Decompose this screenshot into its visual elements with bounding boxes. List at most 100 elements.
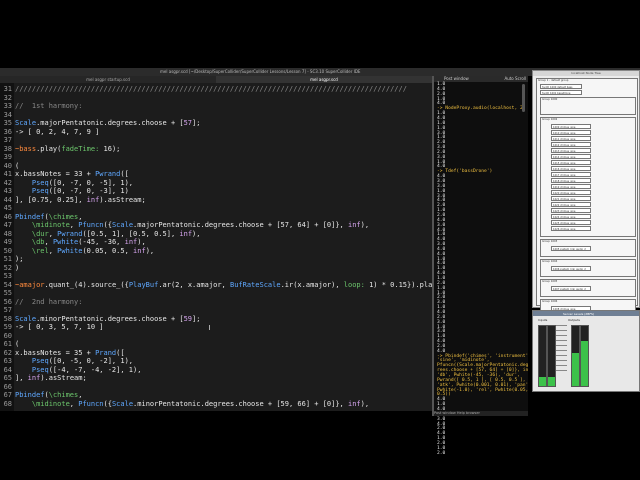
code-text: Pbindef(\chimes, xyxy=(15,213,82,222)
synth-node[interactable]: 1018 chimes_sine xyxy=(551,178,591,183)
code-token: Scale xyxy=(111,221,134,229)
auto-scroll-toggle[interactable]: Auto Scroll xyxy=(504,76,526,82)
line-number: 35 xyxy=(3,119,12,127)
code-token: .ar(2, x.amajor, xyxy=(158,280,230,289)
code-token: , xyxy=(44,238,53,246)
code-text: ////////////////////////////////////////… xyxy=(15,85,407,94)
code-token: Pfuncn xyxy=(78,399,104,408)
code-text: \dur, Pwrand([0.5, 1], [0.5, 0.5], inf), xyxy=(15,230,201,239)
line-number: 66 xyxy=(3,382,12,391)
code-token: , xyxy=(78,391,83,399)
level-meter-fill xyxy=(548,377,555,386)
code-token: Pwhite xyxy=(57,246,83,255)
post-line: -> NodeProxy.audio(localhost, 2) xyxy=(437,106,526,112)
synth-node[interactable]: 1017 chimes_sine xyxy=(551,172,591,177)
code-token: ]; xyxy=(192,314,201,323)
code-token: ([0, -5, 0, -2], 1), xyxy=(48,357,134,365)
post-footer-tabs[interactable]: Post window Help browser xyxy=(434,411,480,415)
line-number: 51 xyxy=(3,255,12,263)
code-text: Scale.majorPentatonic.degrees.choose + [… xyxy=(15,119,200,128)
code-token: ), xyxy=(137,238,146,246)
line-number: 39 xyxy=(3,153,12,161)
server-levels-window[interactable]: Server Levels (dBFS) Inputs Outputs xyxy=(532,310,640,392)
code-token: BufRateScale xyxy=(229,280,281,289)
line-number: 49 xyxy=(3,238,12,246)
synth-node[interactable]: 1012 chimes_sine xyxy=(551,142,591,147)
level-meter-fill xyxy=(581,341,588,386)
code-text: ( xyxy=(15,162,19,171)
synth-node[interactable]: 1009 chimes_sine xyxy=(551,124,591,129)
synth-node[interactable]: 1011 chimes_sine xyxy=(551,136,591,141)
synth-node[interactable]: 1014 chimes_sine xyxy=(551,154,591,159)
group-label: Group 1005 xyxy=(542,280,558,283)
synth-node[interactable]: 1024 chimes_sine xyxy=(551,214,591,219)
line-number: 68 xyxy=(3,399,12,408)
code-token: Pbindef xyxy=(15,391,45,399)
level-meter xyxy=(571,325,580,387)
synth-node[interactable]: 1022 chimes_sine xyxy=(551,202,591,207)
line-number: 37 xyxy=(3,136,12,144)
code-text: Pseq([0, -7, 0, -3], 1) xyxy=(15,187,129,196)
synth-node[interactable]: 1019 chimes_sine xyxy=(551,184,591,189)
post-scrollbar[interactable] xyxy=(522,84,525,112)
code-token: \chimes xyxy=(48,391,79,399)
synth-node[interactable]: 1021 chimes_sine xyxy=(551,196,591,201)
group-label: Group 1004 xyxy=(542,260,558,263)
synth-node[interactable]: 1007 system_link_audio_2 xyxy=(551,286,591,291)
line-number: 64 xyxy=(3,365,12,374)
synth-node[interactable]: Synth 1000 default bass xyxy=(540,84,582,89)
synth-node[interactable]: 1023 chimes_sine xyxy=(551,208,591,213)
code-text: ], [0.75, 0.25], inf).asStream; xyxy=(15,196,146,205)
line-number: 59 xyxy=(3,323,12,331)
code-token: inf xyxy=(347,399,361,408)
code-token: \midinote xyxy=(31,221,70,229)
code-token: Pseq xyxy=(31,187,49,195)
group-label: Group 1000 xyxy=(542,98,558,101)
line-number: 32 xyxy=(3,93,12,102)
synth-node[interactable]: 1013 chimes_sine xyxy=(551,148,591,153)
tab-mel-asgpr[interactable]: mel asgpr.scd xyxy=(216,76,432,83)
post-window-title: Post window xyxy=(444,76,469,81)
code-text: Pseq([0, -7, 0, -5], 1), xyxy=(15,179,133,188)
post-window[interactable]: Post window Auto Scroll 1.0 4.0 2.0 1.0 4.0-… xyxy=(434,76,542,455)
code-token: fadeTime: xyxy=(61,144,100,153)
group-label: Group 1006 xyxy=(542,300,558,303)
code-token: Prand xyxy=(95,348,117,357)
code-token: -> [ 0, 2, 4, 7, 9 ] xyxy=(15,127,100,136)
synth-node[interactable]: 1006 system_link_audio_2 xyxy=(551,266,591,271)
line-number: 45 xyxy=(3,204,12,212)
line-number: 47 xyxy=(3,221,12,229)
synth-node[interactable]: 1015 chimes_sine xyxy=(551,160,591,165)
code-text: // 2nd harmony: xyxy=(15,298,82,307)
line-number: 31 xyxy=(3,85,12,93)
code-token: Pwrand xyxy=(95,170,121,178)
group-box: Group 1002 1009 chimes_sine 1010 chimes_si… xyxy=(540,117,636,237)
synth-node[interactable]: 1016 chimes_sine xyxy=(551,166,591,171)
code-token: , xyxy=(69,399,79,408)
code-token: Pbindef xyxy=(15,212,45,221)
default-group-label: Group 1 - default group xyxy=(538,79,569,82)
code-text: Pseq([-4, -7, -4, -2], 1), xyxy=(15,366,142,375)
code-editor[interactable]: 31//////////////////////////////////////… xyxy=(0,83,432,411)
synth-node[interactable]: 1025 chimes_sine xyxy=(551,220,591,225)
node-tree-window[interactable]: localhost Node Tree Group 1 - default gr… xyxy=(532,70,640,317)
code-token: -> [ 0, 3, 5, 7, 10 ] xyxy=(15,323,104,331)
code-token: ).asStream; xyxy=(40,374,87,382)
line-number: 63 xyxy=(3,357,12,365)
group-label: Group 1002 xyxy=(542,118,558,121)
synth-node[interactable]: 1026 chimes_sine xyxy=(551,226,591,231)
line-number: 46 xyxy=(3,212,12,221)
code-token: ([0, -7, 0, -5], 1), xyxy=(48,178,134,187)
level-meter xyxy=(538,325,547,387)
synth-node[interactable]: 1020 chimes_sine xyxy=(551,190,591,195)
synth-node[interactable]: 1005 system_link_audio_2 xyxy=(551,246,591,251)
synth-node[interactable]: Synth 1001 bassDrone xyxy=(540,90,582,95)
synth-node[interactable]: 1010 chimes_sine xyxy=(551,130,591,135)
code-token: inf xyxy=(27,374,41,382)
tab-startup[interactable]: mel asgpr startup.scd xyxy=(0,76,216,83)
default-group-box: Group 1 - default group Synth 1000 defau… xyxy=(536,78,638,317)
code-token: \db xyxy=(31,238,45,246)
